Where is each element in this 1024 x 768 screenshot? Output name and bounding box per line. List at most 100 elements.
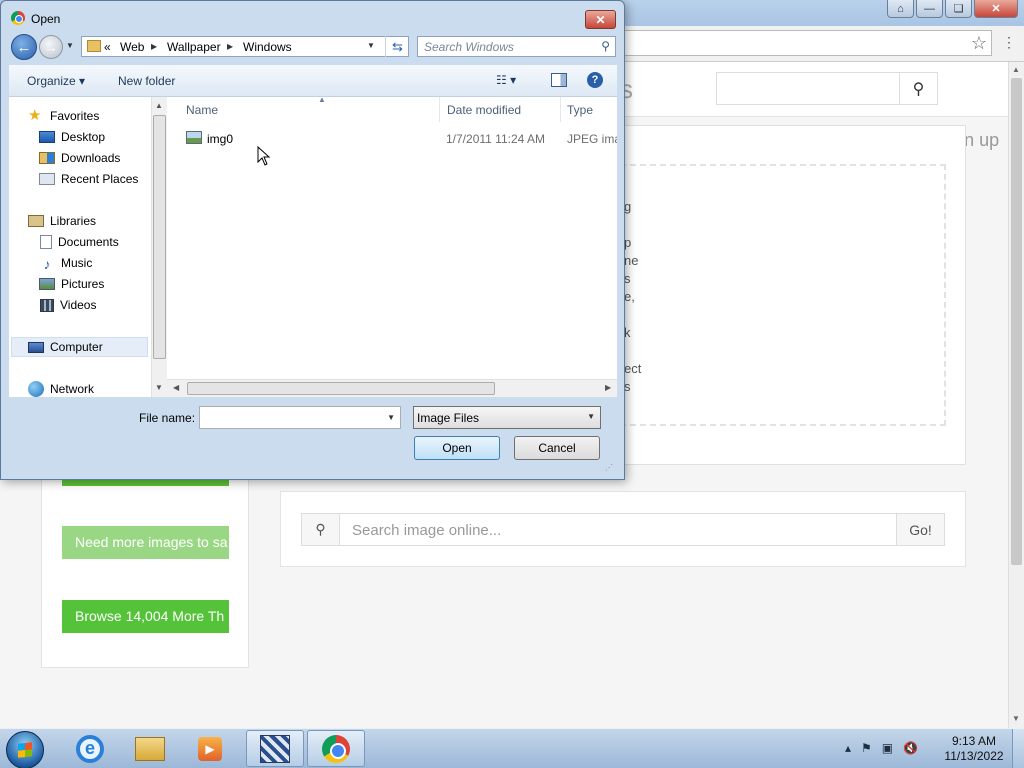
file-row[interactable]: img0 1/7/2011 11:24 AM JPEG image	[183, 128, 617, 150]
navigation-pane: ★ Favorites Desktop Downloads Recent Plac…	[9, 97, 151, 397]
nav-music[interactable]: ♪ Music	[39, 256, 93, 272]
star-icon: ★	[28, 107, 42, 124]
restore-button[interactable]: ❏	[945, 0, 972, 18]
breadcrumb-wallpaper[interactable]: Wallpaper	[167, 40, 221, 54]
new-folder-button[interactable]: New folder	[118, 74, 175, 88]
navigation-scrollbar[interactable]: ▲ ▼	[151, 97, 167, 397]
taskbar-network-app[interactable]	[246, 730, 304, 767]
network-status-icon[interactable]: ▣	[882, 741, 893, 755]
search-icon: ⚲	[912, 80, 925, 98]
media-player-icon: ▶	[198, 736, 222, 761]
browser-close-button[interactable]: ✕	[974, 0, 1018, 18]
minimize-button[interactable]: —	[916, 0, 943, 18]
forward-button[interactable]: →	[39, 35, 63, 59]
address-bar[interactable]: ☆	[620, 30, 992, 56]
online-search-input[interactable]: Search image online...	[339, 513, 897, 546]
recent-locations-dropdown-icon[interactable]: ▼	[66, 41, 74, 50]
nav-network[interactable]: Network	[28, 381, 94, 397]
dropzone-text: g p ne s e, k ect s	[624, 198, 641, 396]
column-header-name[interactable]: Name ▲	[180, 97, 440, 122]
dropzone-text-line: k	[624, 325, 631, 340]
taskbar-internet-explorer[interactable]: e	[61, 730, 119, 767]
file-name: img0	[207, 132, 234, 146]
need-more-images-button[interactable]: Need more images to sa	[62, 526, 229, 559]
open-button[interactable]: Open	[414, 436, 500, 460]
page-scroll-thumb[interactable]	[1011, 78, 1022, 565]
nav-favorites[interactable]: ★ Favorites	[28, 108, 99, 124]
scroll-up-arrow-icon[interactable]: ▲	[1012, 65, 1020, 74]
taskbar-windows-explorer[interactable]	[121, 730, 179, 767]
recent-places-icon	[39, 173, 55, 185]
horizontal-scroll-thumb[interactable]	[187, 382, 495, 395]
taskbar-media-player[interactable]: ▶	[181, 730, 239, 767]
navigation-scroll-thumb[interactable]	[153, 115, 166, 359]
system-clock[interactable]: 9:13 AM 11/13/2022	[938, 734, 1010, 764]
refresh-icon[interactable]: ⇆	[385, 36, 409, 57]
arrow-left-icon: ←	[16, 38, 32, 56]
network-globe-icon	[28, 381, 44, 397]
breadcrumb-web[interactable]: Web	[120, 40, 144, 54]
breadcrumb-windows[interactable]: Windows	[243, 40, 292, 54]
scroll-down-arrow-icon[interactable]: ▼	[155, 383, 163, 392]
show-hidden-icons-icon[interactable]: ▴	[845, 741, 851, 755]
nav-pictures[interactable]: Pictures	[39, 277, 104, 291]
browse-more-button[interactable]: Browse 14,004 More Th	[62, 600, 229, 633]
dialog-close-button[interactable]: ✕	[585, 10, 616, 29]
address-dropdown-icon[interactable]: ▼	[367, 41, 375, 50]
site-search-input[interactable]	[716, 72, 900, 105]
organize-menu[interactable]: Organize ▾	[27, 74, 85, 88]
column-header-type[interactable]: Type	[561, 97, 617, 122]
column-header-date-modified[interactable]: Date modified	[441, 97, 561, 122]
bookmark-star-icon[interactable]: ☆	[971, 33, 987, 54]
nav-libraries[interactable]: Libraries	[28, 214, 96, 228]
nav-downloads[interactable]: Downloads	[39, 151, 120, 165]
dialog-search-input[interactable]: Search Windows ⚲	[417, 36, 616, 57]
browser-menu-icon[interactable]: ⋮	[1002, 34, 1016, 51]
page-scrollbar[interactable]: ▲ ▼	[1008, 62, 1024, 728]
file-type-select[interactable]: Image Files ▼	[413, 406, 601, 429]
nav-label: Libraries	[50, 214, 97, 228]
start-button[interactable]	[6, 731, 44, 768]
nav-desktop[interactable]: Desktop	[39, 130, 105, 144]
site-search-button[interactable]: ⚲	[900, 72, 938, 105]
file-list-horizontal-scrollbar[interactable]: ◀ ▶	[167, 379, 617, 397]
dialog-address-bar[interactable]: « Web ▸ Wallpaper ▸ Windows ▼ ⇆	[81, 36, 409, 57]
change-view-icon[interactable]: ☷ ▾	[496, 73, 516, 87]
dropzone-text-line: s	[624, 271, 631, 286]
file-name-input[interactable]: ▼	[199, 406, 401, 429]
breadcrumb-overflow[interactable]: «	[104, 40, 111, 54]
profile-button[interactable]: ⌂	[887, 0, 914, 18]
show-desktop-button[interactable]	[1012, 729, 1024, 768]
online-search-go-button[interactable]: Go!	[896, 513, 945, 546]
nav-documents[interactable]: Documents	[40, 235, 119, 249]
help-icon[interactable]: ?	[587, 72, 603, 88]
upload-dropzone[interactable]	[600, 164, 946, 426]
chevron-right-icon[interactable]: ▸	[151, 39, 157, 53]
scroll-up-arrow-icon[interactable]: ▲	[155, 101, 163, 110]
back-button[interactable]: ←	[11, 34, 37, 60]
nav-label: Downloads	[61, 151, 121, 165]
nav-label: Favorites	[50, 109, 100, 123]
volume-muted-icon[interactable]: 🔇	[903, 741, 918, 755]
computer-icon	[28, 341, 44, 353]
resize-grip-icon[interactable]: ⋰	[605, 463, 613, 472]
preview-pane-icon[interactable]	[551, 73, 567, 87]
downloads-folder-icon	[39, 152, 55, 164]
chevron-down-icon[interactable]: ▼	[387, 413, 395, 422]
taskbar-chrome[interactable]	[307, 730, 365, 767]
nav-label: Documents	[58, 235, 119, 249]
nav-computer[interactable]: Computer	[28, 340, 103, 354]
nav-label: Pictures	[61, 277, 105, 291]
chevron-down-icon: ▼	[587, 412, 595, 421]
dropzone-text-line: g	[624, 199, 632, 214]
action-center-flag-icon[interactable]: ⚑	[861, 741, 872, 755]
cancel-button[interactable]: Cancel	[514, 436, 600, 460]
scroll-right-arrow-icon[interactable]: ▶	[605, 383, 611, 392]
chevron-right-icon[interactable]: ▸	[227, 39, 233, 53]
scroll-down-arrow-icon[interactable]: ▼	[1012, 714, 1020, 723]
music-note-icon: ♪	[43, 256, 51, 272]
scroll-left-arrow-icon[interactable]: ◀	[173, 383, 179, 392]
nav-videos[interactable]: Videos	[40, 298, 96, 312]
folder-icon	[87, 40, 101, 52]
nav-recent-places[interactable]: Recent Places	[39, 172, 138, 186]
